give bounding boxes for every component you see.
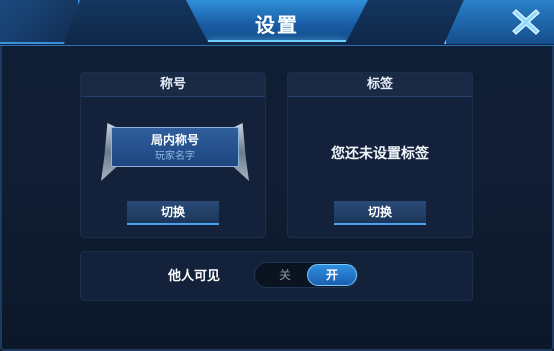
plate-title: 局内称号 bbox=[150, 133, 199, 147]
toggle-on-option[interactable]: 开 bbox=[307, 264, 357, 286]
plate-subtitle: 玩家名字 bbox=[155, 151, 195, 162]
nickname-panel-heading: 称号 bbox=[81, 73, 265, 97]
close-icon bbox=[512, 9, 540, 35]
no-tag-message: 您还未设置标签 bbox=[331, 146, 429, 162]
nickname-switch-button[interactable]: 切换 bbox=[127, 201, 219, 225]
tag-panel: 标签 您还未设置标签 切换 bbox=[287, 72, 473, 238]
header-decoration bbox=[0, 0, 80, 44]
dialog-header: 设置 bbox=[0, 0, 554, 46]
toggle-off-option[interactable]: 关 bbox=[263, 263, 307, 287]
close-button[interactable] bbox=[504, 4, 548, 40]
visible-to-others-label: 他人可见 bbox=[168, 269, 221, 284]
dialog-title: 设置 bbox=[255, 13, 299, 37]
tag-switch-button[interactable]: 切换 bbox=[334, 201, 426, 225]
nickname-plate[interactable]: 局内称号 玩家名字 bbox=[101, 123, 249, 181]
visibility-toggle[interactable]: 关 开 bbox=[254, 262, 358, 288]
tag-panel-heading: 标签 bbox=[288, 73, 472, 97]
nickname-panel: 称号 局内称号 玩家名字 切换 bbox=[80, 72, 266, 238]
